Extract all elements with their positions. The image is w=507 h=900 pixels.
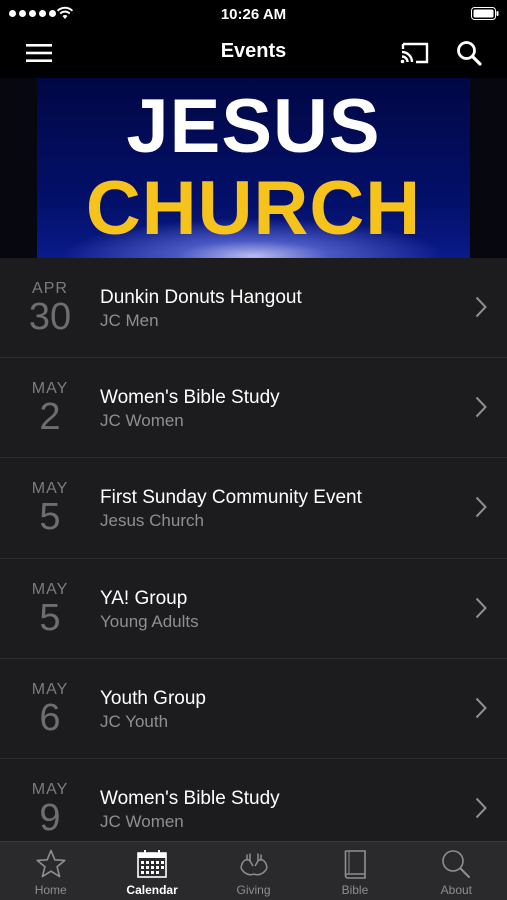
chevron-right-icon — [475, 797, 487, 819]
chevron-right-icon — [475, 697, 487, 718]
battery-icon — [471, 7, 499, 20]
status-time: 10:26 AM — [220, 6, 287, 23]
chevron-right-icon — [475, 497, 487, 518]
event-group: JC Women — [100, 411, 184, 431]
event-day: 9 — [39, 796, 61, 839]
tab-label: Home — [34, 883, 67, 897]
event-title: Women's Bible Study — [100, 387, 280, 409]
tab-label: Bible — [341, 883, 369, 897]
event-title: Dunkin Donuts Hangout — [100, 287, 302, 308]
event-day: 5 — [39, 596, 61, 639]
calendar-icon — [137, 850, 167, 878]
banner-side-left — [0, 78, 37, 258]
event-group: JC Youth — [100, 711, 169, 731]
event-title: Youth Group — [100, 687, 206, 709]
event-group: Jesus Church — [100, 511, 204, 531]
event-title: Women's Bible Study — [100, 787, 280, 809]
tab-label: Giving — [236, 883, 271, 897]
event-group: JC Women — [100, 811, 184, 831]
event-list: APR 30 Dunkin Donuts Hangout JC Men MAY … — [0, 258, 507, 841]
tab-bible[interactable]: Bible — [304, 842, 405, 900]
banner-title-line1: JESUS — [126, 84, 381, 169]
event-title: YA! Group — [100, 587, 188, 609]
tab-home[interactable]: Home — [0, 842, 101, 900]
event-day: 30 — [28, 296, 72, 338]
tab-label: About — [440, 883, 472, 897]
chevron-right-icon — [475, 396, 487, 418]
tab-bar: Home Calendar Giving Bible About — [0, 841, 507, 900]
event-day: 6 — [39, 696, 61, 739]
chevron-right-icon — [475, 597, 487, 618]
event-row[interactable]: MAY 9 Women's Bible Study JC Women — [0, 758, 507, 841]
event-group: JC Men — [100, 311, 159, 330]
banner-side-right — [470, 78, 507, 258]
event-day: 5 — [39, 496, 61, 539]
navigation-bar: Events — [0, 28, 507, 78]
church-banner: JESUS CHURCH — [0, 78, 507, 258]
hands-icon — [239, 853, 268, 876]
tab-calendar[interactable]: Calendar — [101, 842, 202, 900]
event-group: Young Adults — [100, 611, 199, 631]
event-row[interactable]: MAY 2 Women's Bible Study JC Women — [0, 358, 507, 459]
event-row[interactable]: APR 30 Dunkin Donuts Hangout JC Men — [0, 258, 507, 359]
chevron-right-icon — [475, 296, 487, 318]
tab-about[interactable]: About — [406, 842, 507, 900]
event-row[interactable]: MAY 5 First Sunday Community Event Jesus… — [0, 458, 507, 559]
cast-icon[interactable] — [399, 39, 431, 67]
star-icon — [36, 849, 66, 878]
search-icon — [442, 850, 471, 878]
book-icon — [344, 850, 366, 879]
banner-title-line2: CHURCH — [85, 166, 422, 251]
event-row[interactable]: MAY 6 Youth Group JC Youth — [0, 658, 507, 759]
event-title: First Sunday Community Event — [100, 487, 362, 509]
event-row[interactable]: MAY 5 YA! Group Young Adults — [0, 558, 507, 659]
event-day: 2 — [39, 396, 61, 439]
tab-giving[interactable]: Giving — [203, 842, 304, 900]
search-icon[interactable] — [455, 39, 483, 67]
status-bar: 10:26 AM — [0, 0, 507, 28]
tab-label: Calendar — [126, 883, 178, 897]
